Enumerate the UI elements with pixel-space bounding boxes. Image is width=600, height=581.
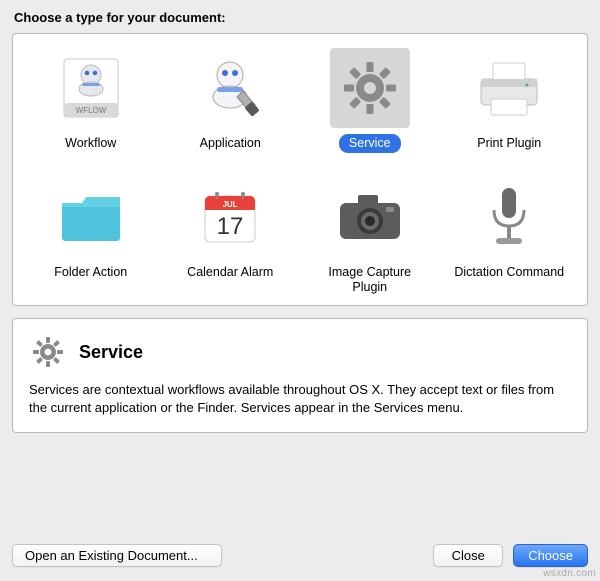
open-existing-button[interactable]: Open an Existing Document...	[12, 544, 222, 567]
type-application[interactable]: Application	[163, 48, 299, 153]
document-type-panel: WFLOW Workflow	[12, 33, 588, 306]
type-image-capture-plugin-label: Image Capture Plugin	[305, 263, 435, 297]
image-capture-plugin-icon	[330, 177, 410, 257]
dialog-header: Choose a type for your document:	[0, 0, 600, 33]
type-dictation-command-label: Dictation Command	[444, 263, 574, 282]
application-icon	[190, 48, 270, 128]
type-service[interactable]: Service	[302, 48, 438, 153]
type-workflow-label: Workflow	[55, 134, 126, 153]
description-panel: Service Services are contextual workflow…	[12, 318, 588, 433]
type-calendar-alarm[interactable]: JUL 17 Calendar Alarm	[163, 177, 299, 297]
choose-button[interactable]: Choose	[513, 544, 588, 567]
type-folder-action-label: Folder Action	[44, 263, 137, 282]
type-image-capture-plugin[interactable]: Image Capture Plugin	[302, 177, 438, 297]
dictation-command-icon	[469, 177, 549, 257]
description-header: Service	[29, 333, 571, 371]
service-icon	[330, 48, 410, 128]
type-application-label: Application	[190, 134, 271, 153]
close-button[interactable]: Close	[433, 544, 503, 567]
type-print-plugin[interactable]: Print Plugin	[442, 48, 578, 153]
type-print-plugin-label: Print Plugin	[467, 134, 551, 153]
svg-text:17: 17	[217, 213, 244, 240]
print-plugin-icon	[469, 48, 549, 128]
svg-text:JUL: JUL	[223, 200, 238, 209]
dialog-footer: Open an Existing Document... Close Choos…	[0, 530, 600, 581]
type-dictation-command[interactable]: Dictation Command	[442, 177, 578, 297]
type-workflow[interactable]: WFLOW Workflow	[23, 48, 159, 153]
type-grid: WFLOW Workflow	[13, 34, 587, 305]
svg-text:WFLOW: WFLOW	[75, 106, 106, 115]
type-folder-action[interactable]: Folder Action	[23, 177, 159, 297]
watermark: wsxdn.com	[543, 568, 596, 579]
description-title: Service	[79, 342, 143, 363]
type-calendar-alarm-label: Calendar Alarm	[177, 263, 283, 282]
workflow-icon: WFLOW	[51, 48, 131, 128]
type-service-label: Service	[339, 134, 401, 153]
calendar-alarm-icon: JUL 17	[190, 177, 270, 257]
description-text: Services are contextual workflows availa…	[29, 381, 571, 416]
folder-action-icon	[51, 177, 131, 257]
gear-icon	[29, 333, 67, 371]
